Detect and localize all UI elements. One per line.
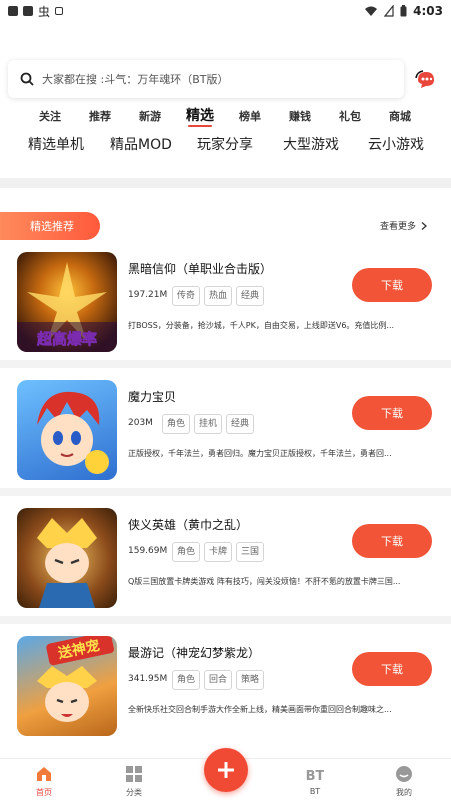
- download-button[interactable]: 下载: [352, 268, 432, 302]
- chevron-right-icon: [421, 221, 428, 230]
- tab-new-games[interactable]: 新游: [139, 108, 161, 124]
- game-tags: 角色 挂机 经典: [162, 414, 255, 434]
- game-tag[interactable]: 经典: [236, 286, 265, 306]
- nav-profile-label: 我的: [396, 788, 412, 797]
- signal-icon: [384, 5, 394, 17]
- category-tabs: 关注 推荐 新游 精选 榜单 赚钱 礼包 商城: [0, 108, 451, 130]
- game-art: [37, 391, 109, 474]
- svg-text:BT: BT: [306, 769, 324, 783]
- download-button[interactable]: 下载: [352, 652, 432, 686]
- game-thumbnail[interactable]: [17, 508, 117, 608]
- game-art: 送神宠: [37, 636, 114, 722]
- game-card[interactable]: 送神宠 最游记（神宠幻梦紫龙） 341.95M 角色 回合 策略 全新快乐社交回…: [0, 636, 451, 748]
- download-button[interactable]: 下载: [352, 396, 432, 430]
- subtab-mod[interactable]: 精品MOD: [110, 134, 172, 154]
- status-left: 虫: [8, 3, 64, 20]
- notification-icon-2: [23, 6, 33, 16]
- game-tag[interactable]: 经典: [226, 414, 255, 434]
- game-size: 197.21M: [128, 290, 168, 300]
- game-tag[interactable]: 挂机: [194, 414, 223, 434]
- game-description: 全新快乐社交回合制手游大作全新上线，精美画面带你重回回合制趣味之...: [128, 705, 392, 714]
- wifi-icon: [365, 6, 378, 16]
- subtab-large-games[interactable]: 大型游戏: [283, 134, 339, 154]
- battery-icon: [400, 5, 407, 17]
- thumb-caption: 超高爆率: [36, 330, 97, 348]
- game-tags: 角色 回合 策略: [172, 670, 265, 690]
- tab-store[interactable]: 商城: [389, 108, 411, 124]
- tab-earn[interactable]: 赚钱: [289, 108, 311, 124]
- game-tag[interactable]: 卡牌: [204, 542, 233, 562]
- game-tag[interactable]: 三国: [236, 542, 265, 562]
- tab-follow[interactable]: 关注: [39, 108, 61, 124]
- search-placeholder: 大家都在搜 :斗气：万年魂环（BT版）: [42, 73, 229, 86]
- game-size: 341.95M: [128, 674, 168, 684]
- game-title[interactable]: 最游记（神宠幻梦紫龙）: [128, 644, 260, 661]
- tab-featured[interactable]: 精选: [186, 105, 214, 127]
- see-more-link[interactable]: 查看更多: [380, 219, 428, 232]
- status-time: 4:03: [413, 4, 443, 18]
- game-size: 203M: [128, 418, 153, 428]
- search-area: 大家都在搜 :斗气：万年魂环（BT版）: [0, 56, 451, 102]
- subtab-player-share[interactable]: 玩家分享: [197, 134, 253, 154]
- nav-bt[interactable]: BT BT: [290, 765, 340, 796]
- game-tags: 角色 卡牌 三国: [172, 542, 265, 562]
- nav-categories-label: 分类: [126, 788, 142, 797]
- tab-recommend[interactable]: 推荐: [89, 108, 111, 124]
- nav-home[interactable]: 首页: [19, 765, 69, 798]
- game-card[interactable]: 超高爆率 黑暗信仰（单职业合击版） 197.21M 传奇 热血 经典 打BOSS…: [0, 252, 451, 368]
- game-description: 打BOSS，分装备，抢沙城，千人PK，自由交易，上线即送V6。充值比例...: [128, 321, 395, 330]
- game-art: [37, 518, 97, 608]
- download-button[interactable]: 下载: [352, 524, 432, 558]
- nav-bt-label: BT: [309, 787, 321, 796]
- status-right: 4:03: [364, 4, 443, 18]
- tab-gifts[interactable]: 礼包: [339, 108, 361, 124]
- status-app-label: 虫: [38, 4, 51, 19]
- home-icon: [37, 767, 51, 781]
- add-button[interactable]: [204, 748, 248, 792]
- game-tag[interactable]: 传奇: [172, 286, 201, 306]
- game-description: Q版三国放置卡牌类游戏 阵有技巧，闯关没烦恼！不肝不氪的放置卡牌三国...: [128, 577, 401, 586]
- game-tag[interactable]: 回合: [204, 670, 233, 690]
- section-divider: [0, 178, 451, 188]
- tab-rankings[interactable]: 榜单: [239, 108, 261, 124]
- game-title[interactable]: 侠义英雄（黄巾之乱）: [128, 516, 248, 533]
- see-more-label: 查看更多: [380, 222, 417, 232]
- game-card[interactable]: 侠义英雄（黄巾之乱） 159.69M 角色 卡牌 三国 Q版三国放置卡牌类游戏 …: [0, 508, 451, 624]
- notification-icon: [8, 6, 18, 16]
- game-thumbnail[interactable]: 超高爆率: [17, 252, 117, 352]
- search-icon: [20, 72, 34, 86]
- bt-icon: BT: [306, 769, 324, 783]
- nav-categories[interactable]: 分类: [109, 765, 159, 798]
- card-divider: [0, 360, 451, 368]
- game-size: 159.69M: [128, 546, 168, 556]
- nav-home-label: 首页: [36, 788, 52, 797]
- grid-icon: [126, 766, 142, 782]
- subtab-cloud-games[interactable]: 云小游戏: [368, 134, 424, 154]
- game-thumbnail[interactable]: [17, 380, 117, 480]
- game-tags: 传奇 热血 经典: [172, 286, 265, 306]
- card-divider: [0, 616, 451, 624]
- game-description: 正版授权，千年法兰，勇者回归。魔力宝贝正版授权，千年法兰，勇者回...: [128, 449, 392, 458]
- game-thumbnail[interactable]: 送神宠: [17, 636, 117, 736]
- game-tag[interactable]: 角色: [172, 670, 201, 690]
- search-input[interactable]: 大家都在搜 :斗气：万年魂环（BT版）: [8, 60, 404, 98]
- game-art: 超高爆率: [17, 262, 117, 352]
- game-tag[interactable]: 热血: [204, 286, 233, 306]
- card-divider: [0, 488, 451, 496]
- nav-profile[interactable]: 我的: [379, 765, 429, 798]
- game-title[interactable]: 黑暗信仰（单职业合击版）: [128, 260, 272, 277]
- message-icon[interactable]: [414, 68, 438, 90]
- game-tag[interactable]: 角色: [162, 414, 191, 434]
- user-icon: [396, 766, 412, 782]
- alert-icon: [55, 7, 64, 15]
- game-card[interactable]: 魔力宝贝 203M 角色 挂机 经典 正版授权，千年法兰，勇者回归。魔力宝贝正版…: [0, 380, 451, 496]
- plus-icon: [218, 762, 234, 778]
- subtab-single-player[interactable]: 精选单机: [28, 134, 84, 154]
- game-title[interactable]: 魔力宝贝: [128, 388, 176, 405]
- game-tag[interactable]: 策略: [236, 670, 265, 690]
- sub-category-tabs: 精选单机 精品MOD 玩家分享 大型游戏 云小游戏: [0, 134, 451, 160]
- section-title: 精选推荐: [0, 212, 100, 240]
- status-bar: 虫 4:03: [0, 0, 451, 22]
- game-tag[interactable]: 角色: [172, 542, 201, 562]
